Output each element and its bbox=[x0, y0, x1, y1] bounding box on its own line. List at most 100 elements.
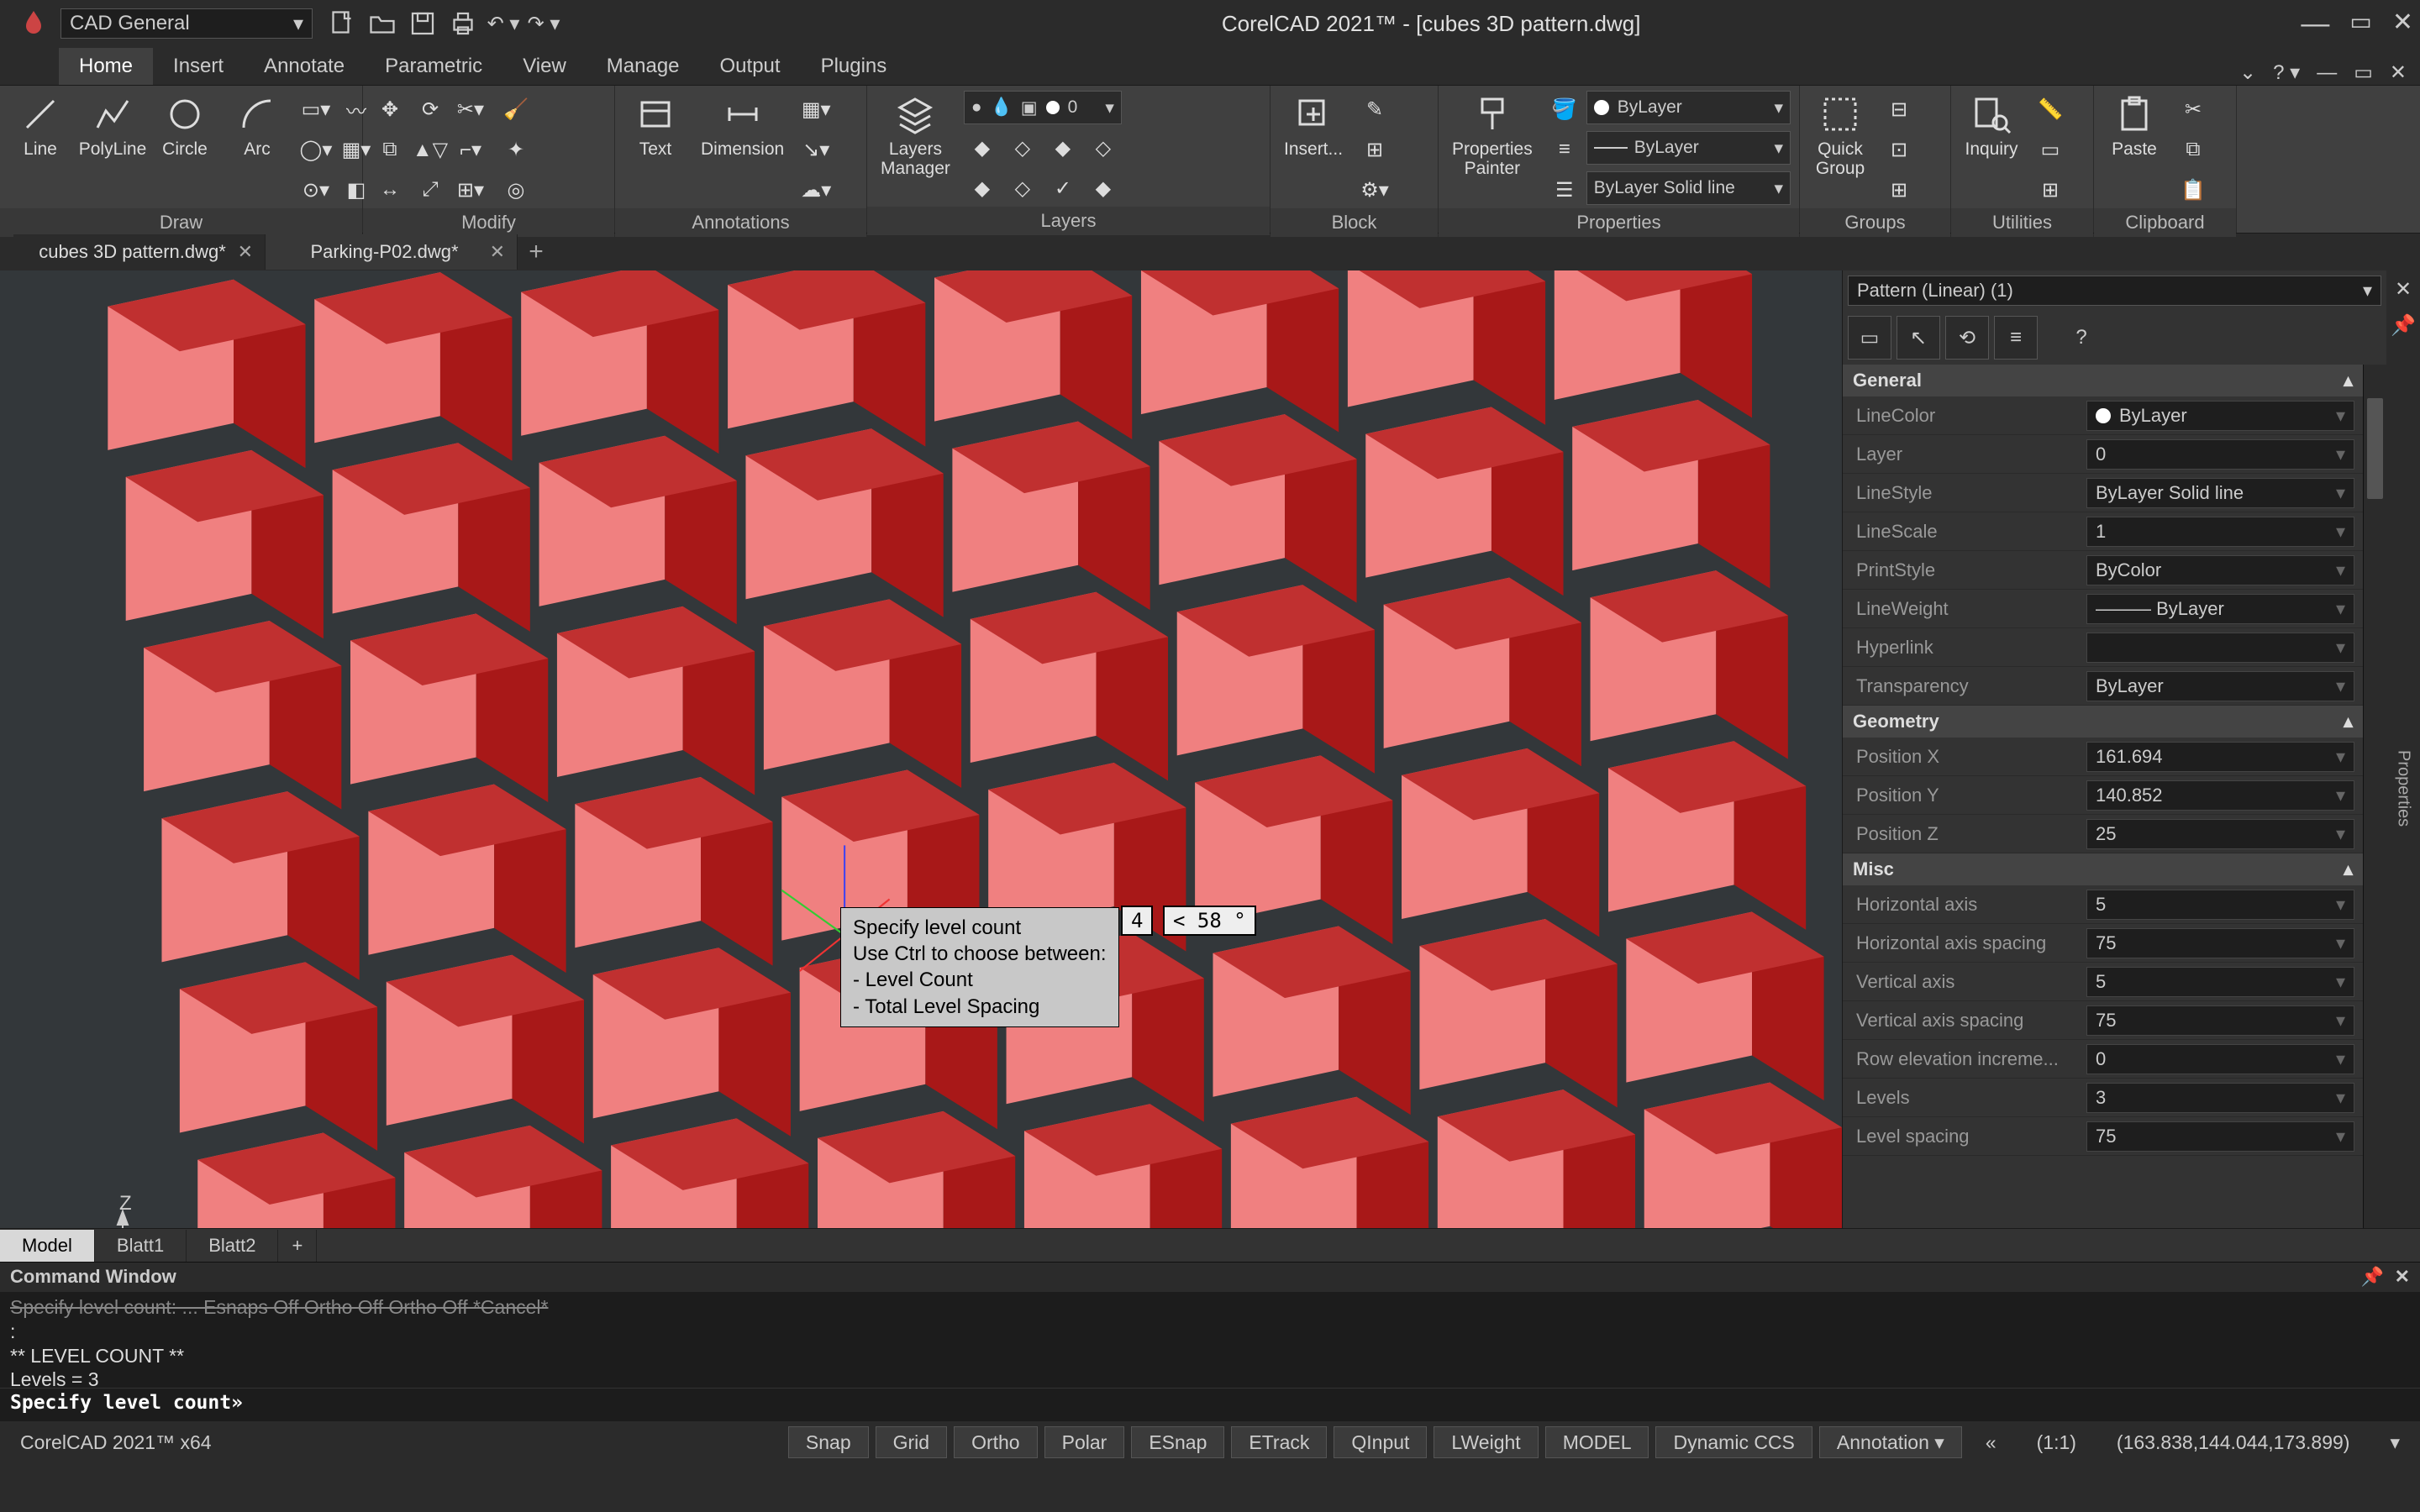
prop-value[interactable]: 75▾ bbox=[2086, 1005, 2354, 1036]
mdi-close-icon[interactable]: ✕ bbox=[2390, 60, 2407, 85]
inquiry-button[interactable]: Inquiry bbox=[1960, 91, 2023, 162]
prop-value[interactable]: ▾ bbox=[2086, 633, 2354, 663]
quick-group-button[interactable]: Quick Group bbox=[1808, 91, 1872, 181]
save-icon[interactable] bbox=[405, 6, 440, 41]
cmd-pin-icon[interactable]: 📌 bbox=[2361, 1266, 2384, 1287]
point-icon[interactable]: ⊙▾ bbox=[297, 171, 334, 208]
prop-value[interactable]: ByLayer▾ bbox=[2086, 671, 2354, 701]
lineweight-combo[interactable]: ByLayer▾ bbox=[1586, 131, 1791, 165]
status-toggle-annotation[interactable]: Annotation ▾ bbox=[1819, 1426, 1962, 1458]
editgroup-icon[interactable]: ⊡ bbox=[1881, 131, 1918, 168]
command-input[interactable]: Specify level count» bbox=[0, 1388, 2420, 1421]
offset-icon[interactable]: ◎ bbox=[497, 171, 534, 208]
leader-icon[interactable]: ↘▾ bbox=[797, 131, 834, 168]
level-count-input[interactable]: 4 bbox=[1121, 906, 1153, 936]
layout-tab-1[interactable]: Blatt1 bbox=[95, 1230, 187, 1262]
mirror-icon[interactable]: ▲▽ bbox=[412, 131, 449, 168]
tab-annotate[interactable]: Annotate bbox=[244, 48, 365, 85]
status-toggle-dynamic ccs[interactable]: Dynamic CCS bbox=[1655, 1426, 1812, 1458]
tab-home[interactable]: Home bbox=[59, 48, 153, 85]
print-icon[interactable] bbox=[445, 6, 481, 41]
help-icon[interactable]: ? ▾ bbox=[2273, 60, 2300, 85]
paint-icon[interactable]: 🪣 bbox=[1546, 91, 1583, 128]
status-toggle-qinput[interactable]: QInput bbox=[1334, 1426, 1427, 1458]
prop-value[interactable]: 5▾ bbox=[2086, 890, 2354, 920]
status-menu-icon[interactable]: ▾ bbox=[2373, 1426, 2417, 1458]
rotate-icon[interactable]: ⟳ bbox=[412, 91, 449, 128]
cloud-icon[interactable]: ☁▾ bbox=[797, 171, 834, 208]
status-toggle-snap[interactable]: Snap bbox=[788, 1426, 869, 1458]
line-button[interactable]: Line bbox=[8, 91, 72, 162]
add-doc-button[interactable]: + bbox=[518, 238, 555, 266]
maximize-icon[interactable]: ▭ bbox=[2349, 8, 2371, 40]
close-tab-icon[interactable]: ✕ bbox=[238, 241, 253, 263]
prop-value[interactable]: ByColor▾ bbox=[2086, 555, 2354, 585]
prop-value[interactable]: 140.852▾ bbox=[2086, 780, 2354, 811]
paste-button[interactable]: Paste bbox=[2102, 91, 2166, 162]
fillet-icon[interactable]: ⌐▾ bbox=[452, 131, 489, 168]
arc-button[interactable]: Arc bbox=[225, 91, 289, 162]
layout-tab-2[interactable]: Blatt2 bbox=[187, 1230, 278, 1262]
layers-manager-button[interactable]: Layers Manager bbox=[876, 91, 955, 181]
layer-i1[interactable]: ◆ bbox=[964, 129, 1001, 166]
prop-value[interactable]: 25▾ bbox=[2086, 819, 2354, 849]
tab-plugins[interactable]: Plugins bbox=[801, 48, 908, 85]
linestyle-combo[interactable]: ByLayer Solid line▾ bbox=[1586, 171, 1791, 205]
stretch-icon[interactable]: ↔ bbox=[371, 171, 408, 208]
edit-block-icon[interactable]: ✎ bbox=[1356, 91, 1393, 128]
status-toggle-polar[interactable]: Polar bbox=[1044, 1426, 1125, 1458]
ribbon-menu-icon[interactable]: ⌄ bbox=[2239, 60, 2256, 85]
layer-i6[interactable]: ◇ bbox=[1004, 170, 1041, 207]
panel-help-icon[interactable]: ? bbox=[2060, 316, 2103, 360]
status-toggle-etrack[interactable]: ETrack bbox=[1231, 1426, 1327, 1458]
status-toggle-ortho[interactable]: Ortho bbox=[954, 1426, 1038, 1458]
redo-icon[interactable]: ↷ ▾ bbox=[526, 6, 561, 41]
tab-view[interactable]: View bbox=[502, 48, 587, 85]
mdi-restore-icon[interactable]: ▭ bbox=[2354, 60, 2373, 85]
close-tab-icon[interactable]: ✕ bbox=[490, 241, 505, 263]
circle-button[interactable]: Circle bbox=[153, 91, 217, 162]
prop-value[interactable]: 75▾ bbox=[2086, 928, 2354, 958]
copy-icon[interactable]: ⧉ bbox=[371, 131, 408, 168]
properties-painter-button[interactable]: Properties Painter bbox=[1447, 91, 1538, 181]
prop-value[interactable]: ByLayer▾ bbox=[2086, 401, 2354, 431]
rect-icon[interactable]: ▭▾ bbox=[297, 91, 334, 128]
tab-output[interactable]: Output bbox=[700, 48, 801, 85]
prop-value[interactable]: 161.694▾ bbox=[2086, 742, 2354, 772]
layer-i3[interactable]: ◆ bbox=[1044, 129, 1081, 166]
minimize-icon[interactable]: — bbox=[2301, 8, 2329, 40]
define-block-icon[interactable]: ⊞ bbox=[1356, 131, 1393, 168]
prop-value[interactable]: ByLayer Solid line▾ bbox=[2086, 478, 2354, 508]
list-icon[interactable]: ☰ bbox=[1546, 171, 1583, 208]
status-toggle-model[interactable]: MODEL bbox=[1545, 1426, 1649, 1458]
dimension-button[interactable]: Dimension bbox=[696, 91, 789, 162]
panel-tool-1[interactable]: ▭ bbox=[1848, 316, 1891, 360]
paste2-icon[interactable]: 📋 bbox=[2175, 171, 2212, 208]
prop-value[interactable]: 0▾ bbox=[2086, 1044, 2354, 1074]
selection-combo[interactable]: Pattern (Linear) (1)▾ bbox=[1848, 276, 2381, 306]
undo-icon[interactable]: ↶ ▾ bbox=[486, 6, 521, 41]
tab-insert[interactable]: Insert bbox=[153, 48, 244, 85]
explode-icon[interactable]: ✦ bbox=[497, 131, 534, 168]
prop-value[interactable]: 5▾ bbox=[2086, 967, 2354, 997]
new-icon[interactable] bbox=[324, 6, 360, 41]
tab-manage[interactable]: Manage bbox=[587, 48, 700, 85]
close-icon[interactable]: ✕ bbox=[2392, 8, 2413, 40]
panel-tool-3[interactable]: ⟲ bbox=[1945, 316, 1989, 360]
select-icon[interactable]: ▭ bbox=[2032, 131, 2069, 168]
layout-tab-model[interactable]: Model bbox=[0, 1230, 95, 1262]
angle-input[interactable]: < 58 ° bbox=[1163, 906, 1256, 936]
cut-icon[interactable]: ✂ bbox=[2175, 91, 2212, 128]
cmd-close-icon[interactable]: ✕ bbox=[2395, 1266, 2410, 1287]
status-toggle-esnap[interactable]: ESnap bbox=[1131, 1426, 1224, 1458]
layer-i5[interactable]: ◆ bbox=[964, 170, 1001, 207]
section-geometry[interactable]: Geometry▴ bbox=[1843, 706, 2363, 738]
array-icon[interactable]: ⊞▾ bbox=[452, 171, 489, 208]
viewport[interactable]: 4 < 58 ° Specify level count Use Ctrl to… bbox=[0, 270, 1842, 1228]
group-mgr-icon[interactable]: ⊞ bbox=[1881, 171, 1918, 208]
doc-tab-0[interactable]: cubes 3D pattern.dwg*✕ bbox=[13, 234, 266, 270]
copy2-icon[interactable]: ⧉ bbox=[2175, 131, 2212, 168]
polyline-button[interactable]: PolyLine bbox=[81, 91, 145, 162]
prop-value[interactable]: 75▾ bbox=[2086, 1121, 2354, 1152]
trim-icon[interactable]: ✂▾ bbox=[452, 91, 489, 128]
